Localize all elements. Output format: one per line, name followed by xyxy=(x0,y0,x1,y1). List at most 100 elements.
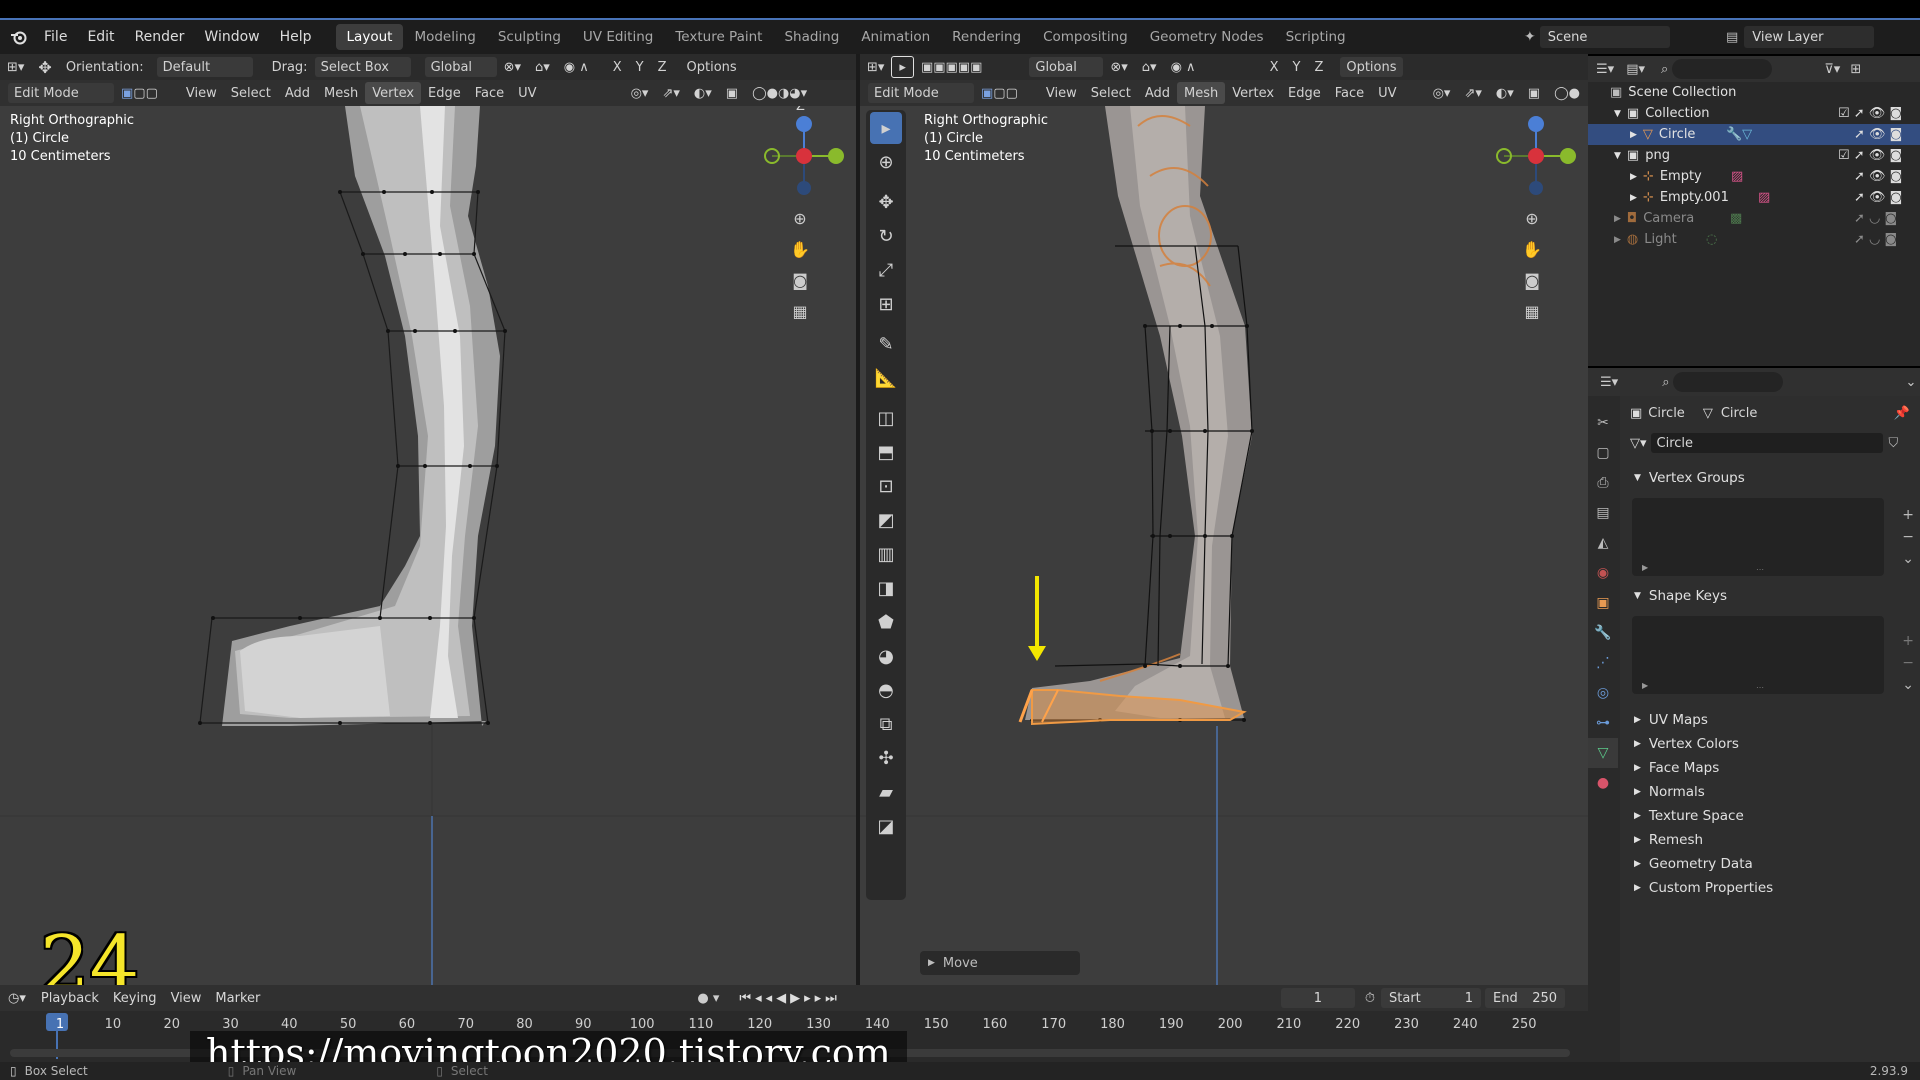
poly-build-tool-icon[interactable]: ⬟ xyxy=(870,606,902,638)
menu-window[interactable]: Window xyxy=(194,20,269,54)
menu-uv-right[interactable]: UV xyxy=(1371,82,1403,104)
outliner-toggles[interactable]: ➚ ◡ ◙ xyxy=(1854,232,1897,247)
orientation-dropdown[interactable]: Default xyxy=(156,57,253,77)
vertex-groups-list[interactable]: ▶ ⋯ xyxy=(1632,498,1884,576)
options-dropdown-right[interactable]: Options xyxy=(1340,57,1403,77)
mirror-z-button-right[interactable]: Z xyxy=(1307,56,1330,78)
menu-add[interactable]: Add xyxy=(278,82,317,104)
drag-dropdown[interactable]: Select Box xyxy=(314,57,411,77)
measure-tool-icon[interactable]: 📐 xyxy=(870,362,902,394)
proportional-edit-icon-right[interactable]: ◉ ∧ xyxy=(1164,56,1203,78)
cursor-tool-icon[interactable]: ⊕ xyxy=(870,146,902,178)
tab-geometry-nodes[interactable]: Geometry Nodes xyxy=(1139,24,1275,50)
expand-triangle-icon[interactable]: ▶ xyxy=(1642,563,1648,572)
tab-shading[interactable]: Shading xyxy=(773,24,850,50)
panel-face-maps[interactable]: ▶ Face Maps xyxy=(1620,756,1920,780)
render-tab-icon[interactable]: ▢ xyxy=(1588,438,1618,468)
menu-render[interactable]: Render xyxy=(125,20,195,54)
outliner-row-light[interactable]: ▶ ◍ Light ◌ ➚ ◡ ◙ xyxy=(1588,229,1920,250)
menu-face-right[interactable]: Face xyxy=(1328,82,1371,104)
scene-name[interactable]: Scene xyxy=(1539,26,1670,48)
shape-keys-list[interactable]: ▶ ⋯ xyxy=(1632,616,1884,694)
add-vertex-group-button[interactable]: + xyxy=(1902,504,1914,526)
camera-view-icon-right[interactable]: ◙ xyxy=(1516,265,1548,296)
outliner-row-camera[interactable]: ▶ ◘ Camera ▩ ➚ ◡ ◙ xyxy=(1588,208,1920,229)
view-layer-name[interactable]: View Layer xyxy=(1744,26,1875,48)
mode-dropdown-right[interactable]: Edit Mode xyxy=(868,83,974,103)
modifier-wrench-icon[interactable]: 🔧▽ xyxy=(1726,127,1752,142)
outliner-toggles[interactable]: ☑ ➚ 👁 ◙ xyxy=(1838,106,1902,121)
rotate-tool-icon[interactable]: ↻ xyxy=(870,220,902,252)
zoom-icon[interactable]: ⊕ xyxy=(784,203,816,234)
expand-triangle-icon[interactable]: ▶ xyxy=(1630,193,1637,203)
menu-edge[interactable]: Edge xyxy=(421,82,468,104)
menu-select-right[interactable]: Select xyxy=(1084,82,1138,104)
outliner-search-input[interactable] xyxy=(1672,59,1773,79)
xray-icon-right[interactable]: ▣ xyxy=(1521,82,1547,104)
outliner-editor-icon[interactable]: ☰▾ xyxy=(1596,62,1614,77)
menu-uv[interactable]: UV xyxy=(511,82,543,104)
scale-tool-icon[interactable]: ⤢ xyxy=(870,254,902,286)
object-tab-icon[interactable]: ▣ xyxy=(1588,588,1618,618)
remove-vertex-group-button[interactable]: − xyxy=(1902,526,1914,548)
mirror-y-button-right[interactable]: Y xyxy=(1285,56,1307,78)
zoom-icon-right[interactable]: ⊕ xyxy=(1516,203,1548,234)
menu-view-right[interactable]: View xyxy=(1039,82,1084,104)
vertex-group-menu-button[interactable]: ⌄ xyxy=(1902,548,1914,570)
viewport-nav-buttons[interactable]: ⊕ ✋ ◙ ▦ xyxy=(784,203,816,327)
filter-icon[interactable]: ⊽▾ xyxy=(1824,62,1840,77)
snap-icon-right[interactable]: ⌂▾ xyxy=(1135,56,1164,78)
outliner-row-empty-001[interactable]: ▶ ⊹ Empty.001 ▨ ➚ 👁 ◙ xyxy=(1588,187,1920,208)
chevron-down-icon[interactable]: ⌄ xyxy=(1905,375,1916,390)
snap-icon[interactable]: ⌂▾ xyxy=(528,56,557,78)
mesh-datablock-icon[interactable]: ▽▾ xyxy=(1630,436,1647,451)
pan-hand-icon[interactable]: ✋ xyxy=(784,234,816,265)
menu-mesh[interactable]: Mesh xyxy=(317,82,365,104)
camera-view-icon[interactable]: ◙ xyxy=(784,265,816,296)
menu-vertex-right[interactable]: Vertex xyxy=(1225,82,1281,104)
outliner-row-empty[interactable]: ▶ ⊹ Empty ▨ ➚ 👁 ◙ xyxy=(1588,166,1920,187)
properties-editor-icon[interactable]: ☰▾ xyxy=(1600,375,1618,390)
material-tab-icon[interactable]: ● xyxy=(1588,768,1618,798)
physics-tab-icon[interactable]: ◎ xyxy=(1588,678,1618,708)
output-tab-icon[interactable]: ⎙ xyxy=(1588,468,1618,498)
mode-dropdown[interactable]: Edit Mode xyxy=(8,83,114,103)
bevel-tool-icon[interactable]: ◩ xyxy=(870,504,902,536)
new-collection-icon[interactable]: ⊞ xyxy=(1850,62,1861,77)
blender-logo-icon[interactable] xyxy=(0,20,34,54)
navigation-gizmo[interactable] xyxy=(764,116,844,195)
loop-cut-tool-icon[interactable]: ▥ xyxy=(870,538,902,570)
panel-vertex-groups[interactable]: ▼ Vertex Groups xyxy=(1620,466,1920,490)
view-layer-tab-icon[interactable]: ▤ xyxy=(1588,498,1618,528)
menu-view[interactable]: View xyxy=(179,82,224,104)
edge-slide-tool-icon[interactable]: ⧉ xyxy=(870,708,902,740)
tab-layout[interactable]: Layout xyxy=(335,24,404,50)
menu-vertex[interactable]: Vertex xyxy=(365,82,422,104)
move-tool-icon[interactable]: ✥ xyxy=(31,56,58,78)
gizmo-toggle-icon[interactable]: ⇗▾ xyxy=(655,82,686,104)
pivot-icon-right[interactable]: ⊗▾ xyxy=(1103,56,1134,78)
menu-file[interactable]: File xyxy=(34,20,77,54)
menu-help[interactable]: Help xyxy=(270,20,322,54)
gizmo-toggle-icon-right[interactable]: ⇗▾ xyxy=(1457,82,1488,104)
panel-custom-properties[interactable]: ▶ Custom Properties xyxy=(1620,876,1920,900)
tab-sculpting[interactable]: Sculpting xyxy=(487,24,572,50)
scene-selector[interactable]: ✦ Scene xyxy=(1524,25,1670,49)
menu-face[interactable]: Face xyxy=(468,82,511,104)
editor-type-icon-right[interactable]: ⊞▾ xyxy=(860,56,891,78)
tab-texture-paint[interactable]: Texture Paint xyxy=(664,24,773,50)
panel-geometry-data[interactable]: ▶ Geometry Data xyxy=(1620,852,1920,876)
menu-select[interactable]: Select xyxy=(224,82,278,104)
expand-triangle-icon[interactable]: ▶ xyxy=(1642,681,1648,690)
overlay-toggle-icon[interactable]: ◐▾ xyxy=(687,82,719,104)
select-mode-buttons-right[interactable]: ▣ ▢▢ xyxy=(974,82,1025,104)
overlay-toggle-icon-right[interactable]: ◐▾ xyxy=(1489,82,1521,104)
remove-shape-key-button[interactable]: − xyxy=(1902,652,1914,674)
world-tab-icon[interactable]: ◉ xyxy=(1588,558,1618,588)
tab-rendering[interactable]: Rendering xyxy=(941,24,1032,50)
add-cube-tool-icon[interactable]: ◫ xyxy=(870,402,902,434)
smooth-tool-icon[interactable]: ◓ xyxy=(870,674,902,706)
shear-tool-icon[interactable]: ▰ xyxy=(870,776,902,808)
outliner-row-collection[interactable]: ▼ ▣ Collection ☑ ➚ 👁 ◙ xyxy=(1588,103,1920,124)
mesh-name-field[interactable]: Circle xyxy=(1650,433,1883,453)
